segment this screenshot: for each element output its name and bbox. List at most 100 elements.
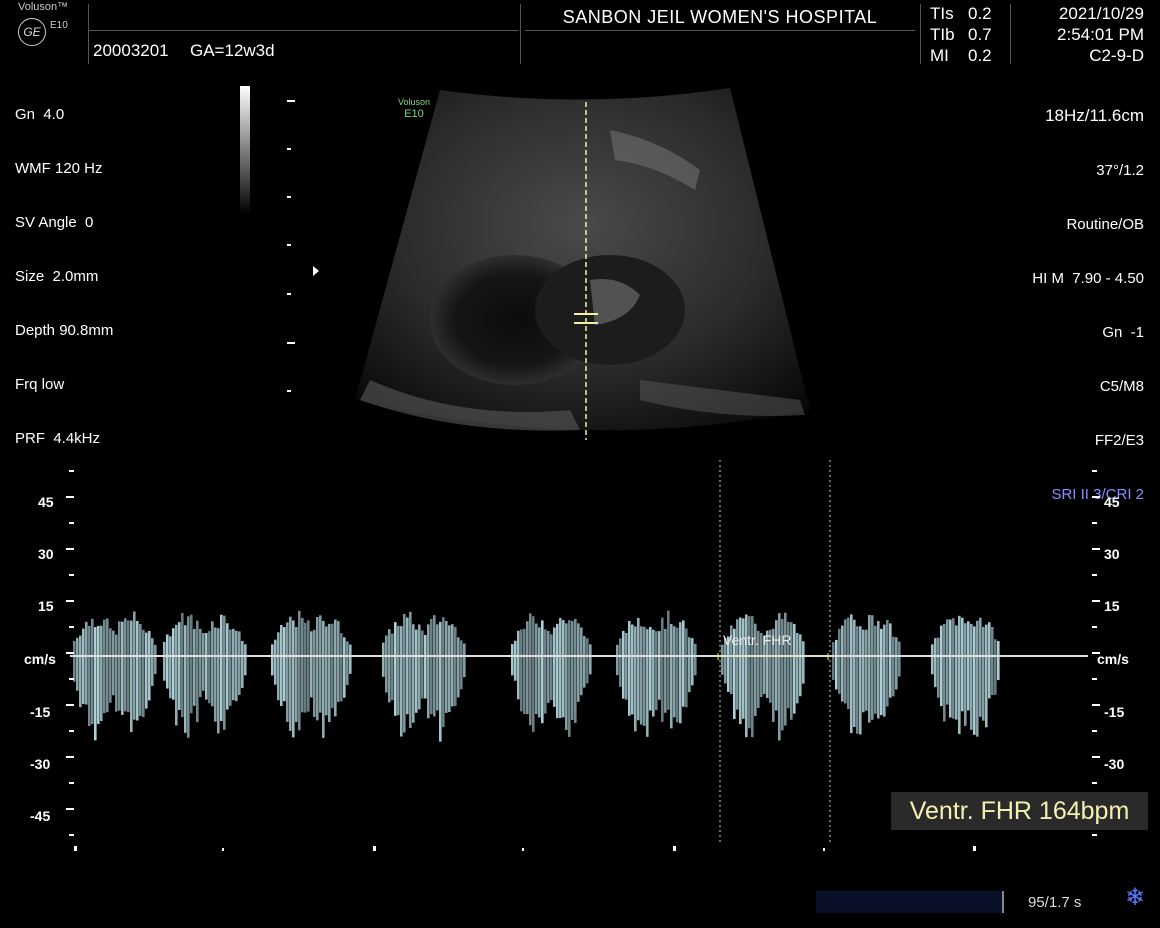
scale-label-left-45: 45 [38, 494, 54, 510]
spectrum-column [166, 634, 169, 689]
spectrum-column [142, 629, 145, 718]
image-watermark: Voluson E10 [398, 96, 430, 120]
spectrum-column [394, 622, 397, 716]
spectrum-column [289, 616, 292, 731]
spectrum-column [892, 636, 895, 697]
scale-tick [1092, 574, 1097, 576]
scale-label-left-neg45: -45 [30, 808, 51, 824]
spectrum-column [943, 623, 946, 722]
caliper-cross-2[interactable]: + [824, 648, 832, 664]
spectrum-column [457, 637, 460, 698]
spectrum-column [646, 629, 649, 737]
spectrum-column [991, 626, 994, 695]
spectrum-column [175, 624, 178, 726]
spectrum-column [655, 631, 658, 710]
spectrum-column [550, 634, 553, 701]
spectrum-column [616, 644, 619, 676]
spectrum-column [589, 644, 592, 675]
scale-label-left-15: 15 [38, 598, 54, 614]
spectrum-column [793, 623, 796, 714]
spectrum-column [427, 624, 430, 719]
spectrum-column [676, 627, 679, 723]
spectrum-column [103, 619, 106, 714]
spectrum-column [343, 637, 346, 698]
spectrum-column [883, 624, 886, 717]
spectrum-column [931, 644, 934, 675]
spectrum-column [277, 632, 280, 701]
spectrum-column [661, 617, 664, 722]
spectrum-column [304, 622, 307, 713]
scale-label-right-neg15: -15 [1104, 704, 1125, 720]
spectrum-column [187, 616, 190, 738]
param-filter: FF2/E3 [1094, 432, 1144, 449]
unit-right: cm/s [1097, 651, 1129, 667]
caliper-label: Ventr. FHR [723, 632, 792, 648]
param-frq: Frq low [15, 376, 65, 393]
spectrum-column [628, 620, 631, 716]
spectrum-column [538, 627, 541, 718]
spectrum-column [127, 620, 130, 713]
caliper-cross-1[interactable]: + [714, 648, 722, 664]
spectrum-column [145, 632, 148, 709]
spectrum-column [454, 626, 457, 707]
spectrum-column [133, 611, 136, 720]
spectrum-column [340, 633, 343, 702]
spectrum-column [139, 623, 142, 716]
scale-tick [66, 808, 74, 810]
measurement-result: Ventr. FHR 164bpm [891, 792, 1148, 830]
probe-name: C2-9-D [1089, 46, 1144, 65]
spectrum-column [547, 630, 550, 703]
spectrum-column [880, 628, 883, 716]
scale-label-right-45: 45 [1104, 494, 1120, 510]
scale-tick [1092, 522, 1097, 524]
velocity-scale-left [64, 460, 76, 850]
spectrum-column [271, 644, 274, 676]
spectrum-column [436, 624, 439, 711]
spectrum-column [862, 629, 865, 713]
spectrum-column [643, 626, 646, 726]
thermal-index-block: TIs 0.2 TIb 0.7 MI 0.2 [930, 3, 992, 66]
spectrum-column [667, 610, 670, 710]
spectrum-column [241, 640, 244, 688]
spectrum-column [208, 631, 211, 704]
ge-logo: GE [18, 18, 46, 46]
spectrum-column [190, 614, 193, 714]
spectrum-column [229, 629, 232, 706]
spectrum-column [976, 620, 979, 737]
spectrum-column [154, 644, 157, 675]
cine-progress-bar[interactable] [816, 891, 1002, 913]
spectrum-column [685, 628, 688, 708]
spectrum-column [577, 623, 580, 702]
spectrum-column [193, 628, 196, 706]
param-angle: 37°/1.2 [1096, 162, 1144, 179]
spectrum-column [673, 626, 676, 718]
spectrum-column [346, 641, 349, 686]
spectrum-column [631, 624, 634, 715]
snowflake-icon[interactable]: ❄ [1125, 883, 1145, 912]
spectrum-column [178, 622, 181, 710]
spectrum-column [151, 638, 154, 686]
spectrum-column [184, 625, 187, 733]
spectrum-column [784, 612, 787, 726]
spectrum-column [199, 628, 202, 697]
spectrum-column [295, 627, 298, 722]
spectrum-column [202, 633, 205, 691]
spectrum-column [448, 625, 451, 713]
spectrum-column [520, 629, 523, 712]
frame-info: 95/1.7 s [1028, 894, 1082, 911]
scale-tick [69, 678, 74, 680]
spectrum-column [316, 617, 319, 721]
spectrum-column [331, 623, 334, 709]
scale-tick [66, 652, 74, 654]
scale-label-right-30: 30 [1104, 546, 1120, 562]
spectrum-column [874, 625, 877, 714]
spectrum-column [868, 615, 871, 723]
gestational-age: GA=12w3d [190, 41, 275, 60]
param-harmonic: HI M 7.90 - 4.50 [1032, 270, 1144, 287]
focus-marker-icon[interactable] [313, 266, 319, 276]
depth-scale [285, 100, 297, 400]
spectrum-column [205, 632, 208, 700]
spectrum-column [106, 618, 109, 713]
scale-tick [69, 782, 74, 784]
spectrum-column [211, 621, 214, 707]
